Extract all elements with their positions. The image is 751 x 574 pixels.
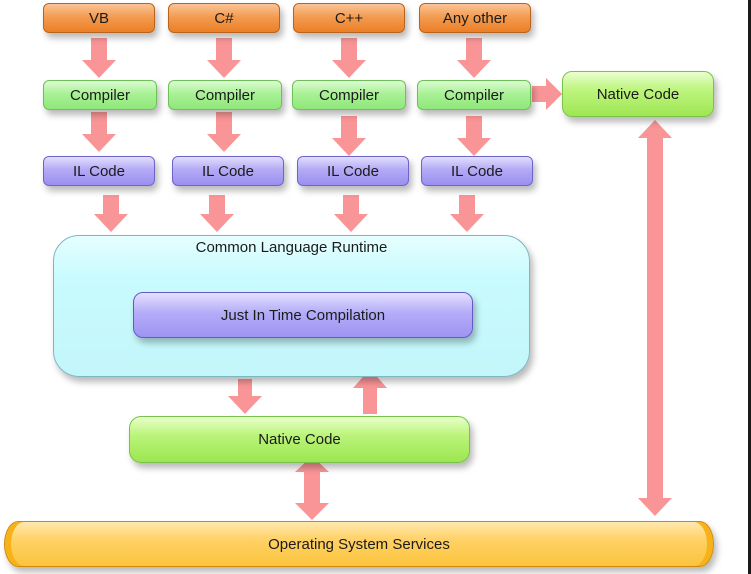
- arrow-compiler3-to-il: [332, 116, 366, 156]
- arrow-il1-to-clr: [94, 195, 128, 232]
- arrow-clr-to-native-code: [228, 379, 262, 414]
- il-code-box-3: IL Code: [297, 156, 409, 186]
- compiler-box-4: Compiler: [417, 80, 531, 110]
- compiler-label: Compiler: [318, 86, 379, 104]
- language-box-any-other: Any other: [419, 3, 531, 33]
- arrow-cpp-to-compiler: [332, 38, 366, 78]
- arrow-compiler-to-native-code: [532, 78, 562, 110]
- arrow-compiler2-to-il: [207, 112, 241, 152]
- native-code-label: Native Code: [258, 431, 341, 448]
- compiler-label: Compiler: [194, 86, 255, 104]
- arrow-native-code-os-long-bidirectional: [638, 120, 672, 516]
- arrow-vb-to-compiler: [82, 38, 116, 78]
- jit-label: Just In Time Compilation: [220, 306, 386, 324]
- il-code-box-2: IL Code: [172, 156, 284, 186]
- native-code-box-direct: Native Code: [562, 71, 714, 117]
- il-code-label: IL Code: [451, 162, 503, 180]
- arrow-il2-to-clr: [200, 195, 234, 232]
- il-code-label: IL Code: [202, 162, 254, 180]
- language-box-vb: VB: [43, 3, 155, 33]
- il-code-box-4: IL Code: [421, 156, 533, 186]
- compiler-box-1: Compiler: [43, 80, 157, 110]
- language-label: Any other: [442, 9, 508, 27]
- language-label: C++: [334, 9, 364, 27]
- arrow-csharp-to-compiler: [207, 38, 241, 78]
- language-label: C#: [214, 9, 234, 27]
- arrow-compiler4-to-il: [457, 116, 491, 156]
- il-code-label: IL Code: [327, 162, 379, 180]
- language-label: VB: [88, 9, 109, 27]
- native-code-label: Native Code: [596, 85, 680, 103]
- os-services-bar: Operating System Services: [4, 521, 714, 567]
- jit-compilation-box: Just In Time Compilation: [133, 292, 473, 338]
- arrow-il3-to-clr: [334, 195, 368, 232]
- il-code-box-1: IL Code: [43, 156, 155, 186]
- language-box-csharp: C#: [168, 3, 280, 33]
- arrow-il4-to-clr: [450, 195, 484, 232]
- arrow-native-code-os-bidirectional: [295, 456, 329, 520]
- arrow-compiler1-to-il: [82, 112, 116, 152]
- clr-label: Common Language Runtime: [195, 239, 388, 256]
- compiler-label: Compiler: [69, 86, 130, 104]
- os-services-label: Operating System Services: [268, 535, 450, 553]
- arrow-anyother-to-compiler: [457, 38, 491, 78]
- compiler-label: Compiler: [443, 86, 504, 104]
- compiler-box-3: Compiler: [292, 80, 406, 110]
- language-box-cpp: C++: [293, 3, 405, 33]
- il-code-label: IL Code: [73, 162, 125, 180]
- native-code-box-clr: Native Code: [129, 416, 470, 463]
- compiler-box-2: Compiler: [168, 80, 282, 110]
